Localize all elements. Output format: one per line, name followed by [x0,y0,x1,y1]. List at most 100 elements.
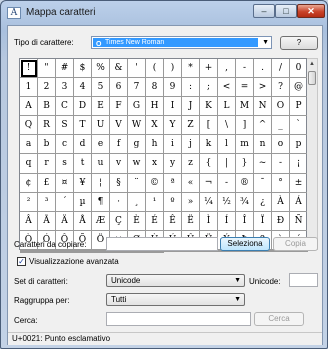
char-cell[interactable]: x [146,154,164,174]
char-cell[interactable]: « [182,173,200,193]
char-cell[interactable]: ! [20,59,38,79]
search-button[interactable]: Cerca [254,312,304,326]
scroll-up-icon[interactable]: ▲ [307,59,317,69]
char-cell[interactable]: ¤ [56,173,74,193]
char-cell[interactable]: Å [74,211,92,231]
char-cell[interactable]: » [182,192,200,212]
char-cell[interactable]: ( [146,59,164,79]
char-cell[interactable]: a [20,135,38,155]
char-cell[interactable]: : [182,78,200,98]
unicode-field[interactable] [289,273,318,287]
char-cell[interactable]: · [110,192,128,212]
group-by-dropdown[interactable]: Tutti ▼ [106,293,245,306]
char-cell[interactable]: < [218,78,236,98]
char-cell[interactable]: ª [164,173,182,193]
char-cell[interactable]: 0 [290,59,308,79]
character-grid[interactable]: ! " # $% & '() * +, -./0 1 2 3 4 5 6 7 8 9:; < = >? @ A B C D E F G H… [19,58,308,253]
char-cell[interactable]: n [254,135,272,155]
char-cell[interactable]: 4 [74,78,92,98]
char-cell[interactable]: Ï [254,211,272,231]
char-cell[interactable]: ¯ [254,173,272,193]
char-cell[interactable]: M [236,97,254,117]
char-cell[interactable]: R [38,116,56,136]
char-cell[interactable]: Î [236,211,254,231]
char-cell[interactable]: ĉ [146,251,164,253]
char-cell[interactable]: . [254,59,272,79]
char-cell[interactable]: ³ [38,192,56,212]
char-cell[interactable]: U [92,116,110,136]
char-cell[interactable]: X [146,116,164,136]
char-cell[interactable]: w [128,154,146,174]
char-cell[interactable]: u [92,154,110,174]
char-cell[interactable]: t [74,154,92,174]
char-cell[interactable]: k [200,135,218,155]
char-cell[interactable]: Ì [200,211,218,231]
char-cell[interactable]: S [56,116,74,136]
char-cell[interactable]: O [272,97,290,117]
char-cell[interactable]: } [236,154,254,174]
copy-field[interactable] [106,237,218,251]
char-cell[interactable]: ' [128,59,146,79]
char-cell[interactable]: ¶ [92,192,110,212]
char-cell[interactable]: m [236,135,254,155]
char-cell[interactable]: 7 [128,78,146,98]
char-cell[interactable]: P [290,97,308,117]
minimize-button[interactable]: – [253,4,275,18]
char-cell[interactable]: i [164,135,182,155]
char-cell[interactable]: 6 [110,78,128,98]
char-cell[interactable]: \ [218,116,236,136]
char-cell[interactable]: ¸ [128,192,146,212]
char-cell[interactable]: © [146,173,164,193]
char-cell[interactable]: 1 [20,78,38,98]
char-cell[interactable]: / [272,59,290,79]
char-cell[interactable]: - [236,59,254,79]
title-bar[interactable]: A Mappa caratteri – □ ✕ [1,1,327,25]
char-cell[interactable]: z [182,154,200,174]
char-cell[interactable]: g [128,135,146,155]
advanced-view-checkbox[interactable]: ✓ [17,257,26,266]
char-cell[interactable]: ¢ [20,173,38,193]
char-cell[interactable]: ÿ [254,250,272,252]
char-cell[interactable]: ° [272,173,290,193]
char-cell[interactable]: [ [200,116,218,136]
char-cell[interactable]: ; [200,78,218,98]
grid-scrollbar[interactable]: ▲ ▼ [307,58,318,250]
char-cell[interactable]: ~ [254,154,272,174]
char-cell[interactable]: û [182,250,200,252]
char-cell[interactable]: É [146,211,164,231]
char-cell[interactable]: y [164,154,182,174]
char-cell[interactable]: G [128,97,146,117]
scroll-thumb[interactable] [308,71,316,85]
char-cell[interactable]: j [182,135,200,155]
char-cell[interactable]: K [200,97,218,117]
char-cell[interactable]: " [38,59,56,79]
search-input[interactable] [106,312,251,326]
char-cell[interactable]: = [236,78,254,98]
char-cell[interactable]: £ [38,173,56,193]
char-cell[interactable]: ú [164,250,182,252]
char-cell[interactable]: Q [20,116,38,136]
char-cell[interactable]: þ [236,250,254,252]
char-cell[interactable]: ¾ [236,192,254,212]
char-cell[interactable]: V [110,116,128,136]
char-cell[interactable]: ¨ [128,173,146,193]
char-cell[interactable]: p [290,135,308,155]
char-cell[interactable]: 8 [146,78,164,98]
char-cell[interactable]: Á [290,192,308,212]
char-cell[interactable]: Ê [164,211,182,231]
char-cell[interactable]: 9 [164,78,182,98]
char-cell[interactable]: ´ [56,192,74,212]
char-cell[interactable]: _ [272,116,290,136]
char-cell[interactable]: Â [20,211,38,231]
charset-dropdown[interactable]: Unicode ▼ [106,274,245,287]
char-cell[interactable]: Ă [20,251,38,253]
char-cell[interactable]: À [272,192,290,212]
char-cell[interactable]: @ [290,78,308,98]
char-cell[interactable]: ] [236,116,254,136]
copy-button[interactable]: Copia [273,237,318,251]
char-cell[interactable]: Ĉ [128,251,146,253]
char-cell[interactable]: ® [236,173,254,193]
char-cell[interactable]: § [110,173,128,193]
char-cell[interactable]: b [38,135,56,155]
char-cell[interactable]: T [74,116,92,136]
